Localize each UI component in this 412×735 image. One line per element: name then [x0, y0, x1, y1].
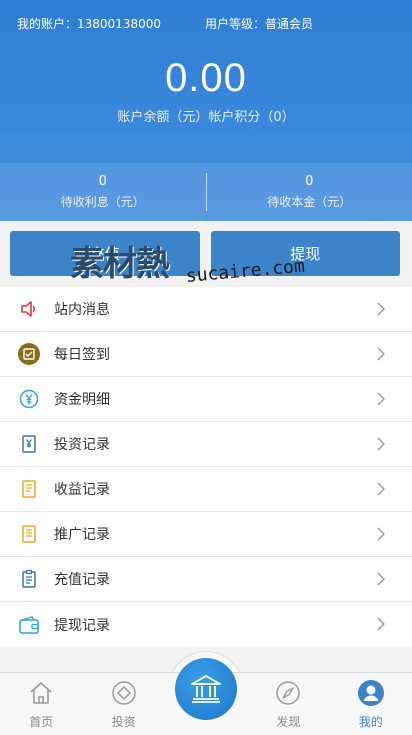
- chevron-right-icon: [377, 527, 385, 541]
- user-icon: [357, 680, 384, 706]
- watermark-url: sucaire.com: [185, 255, 306, 287]
- menu-item-promo-records[interactable]: 推广记录: [0, 512, 412, 557]
- menu-item-earnings-records[interactable]: 收益记录: [0, 467, 412, 512]
- tab-mine[interactable]: 我的: [330, 673, 412, 735]
- menu-item-label: 资金明细: [54, 392, 110, 408]
- menu-item-label: 站内消息: [54, 302, 110, 318]
- chevron-right-icon: [377, 392, 385, 406]
- tab-label: 首页: [29, 715, 54, 729]
- tab-label: 我的: [358, 715, 383, 729]
- wallet-icon: [18, 614, 40, 636]
- menu-list: 站内消息 每日签到 资金明细 投资记录 收益记录 推广记录 充值记录 提现记录: [0, 287, 412, 647]
- tab-invest[interactable]: 投资: [82, 673, 164, 735]
- stat-pending-principal: 0 待收本金（元）: [207, 163, 412, 221]
- balance-caption: 账户余额（元）帐户积分（0）: [117, 110, 295, 125]
- chevron-right-icon: [377, 347, 385, 361]
- tab-label: 发现: [276, 715, 301, 729]
- diamond-icon: [111, 681, 136, 705]
- menu-item-label: 每日签到: [54, 347, 110, 363]
- center-bank-button[interactable]: [175, 658, 237, 720]
- tab-discover[interactable]: 发现: [247, 673, 329, 735]
- menu-item-invest-records[interactable]: 投资记录: [0, 422, 412, 467]
- chevron-right-icon: [377, 437, 385, 451]
- stat-value: 0: [98, 174, 107, 189]
- menu-item-messages[interactable]: 站内消息: [0, 287, 412, 332]
- watermark-logo: 素材熱: [70, 244, 170, 284]
- chevron-right-icon: [377, 302, 385, 316]
- stat-label: 待收利息（元）: [60, 195, 145, 209]
- stat-pending-interest: 0 待收利息（元）: [0, 163, 206, 221]
- bank-icon: [191, 675, 221, 703]
- menu-item-label: 推广记录: [54, 527, 110, 543]
- menu-item-fund-details[interactable]: 资金明细: [0, 377, 412, 422]
- menu-item-checkin[interactable]: 每日签到: [0, 332, 412, 377]
- tab-label: 投资: [111, 715, 136, 729]
- promo-doc-icon: [18, 523, 40, 545]
- balance-value: 0.00: [165, 56, 247, 100]
- account-id: 我的账户：13800138000: [17, 17, 161, 31]
- chevron-right-icon: [377, 572, 385, 586]
- user-level: 用户等级：普通会员: [204, 17, 313, 31]
- clipboard-icon: [18, 568, 40, 590]
- stat-value: 0: [305, 174, 314, 189]
- home-icon: [30, 682, 52, 704]
- speaker-icon: [18, 298, 40, 320]
- menu-item-recharge-records[interactable]: 充值记录: [0, 557, 412, 602]
- chevron-right-icon: [377, 617, 385, 631]
- menu-item-label: 充值记录: [54, 572, 110, 588]
- compass-icon: [276, 681, 301, 705]
- menu-item-label: 提现记录: [54, 617, 110, 634]
- stats-bar: 0 待收利息（元） 0 待收本金（元）: [0, 163, 412, 221]
- menu-item-label: 投资记录: [54, 437, 110, 453]
- account-info-row: 我的账户：13800138000 用户等级：普通会员: [17, 15, 395, 32]
- account-header: 我的账户：13800138000 用户等级：普通会员 0.00 账户余额（元）帐…: [0, 0, 412, 221]
- chevron-right-icon: [377, 482, 385, 496]
- stat-label: 待收本金（元）: [267, 195, 352, 209]
- menu-item-withdraw-records[interactable]: 提现记录: [0, 602, 412, 647]
- invest-doc-icon: [18, 433, 40, 455]
- menu-item-label: 收益记录: [54, 482, 110, 498]
- yen-circle-icon: [18, 388, 40, 410]
- earnings-doc-icon: [18, 478, 40, 500]
- tab-home[interactable]: 首页: [0, 673, 82, 735]
- checkin-icon: [18, 343, 40, 365]
